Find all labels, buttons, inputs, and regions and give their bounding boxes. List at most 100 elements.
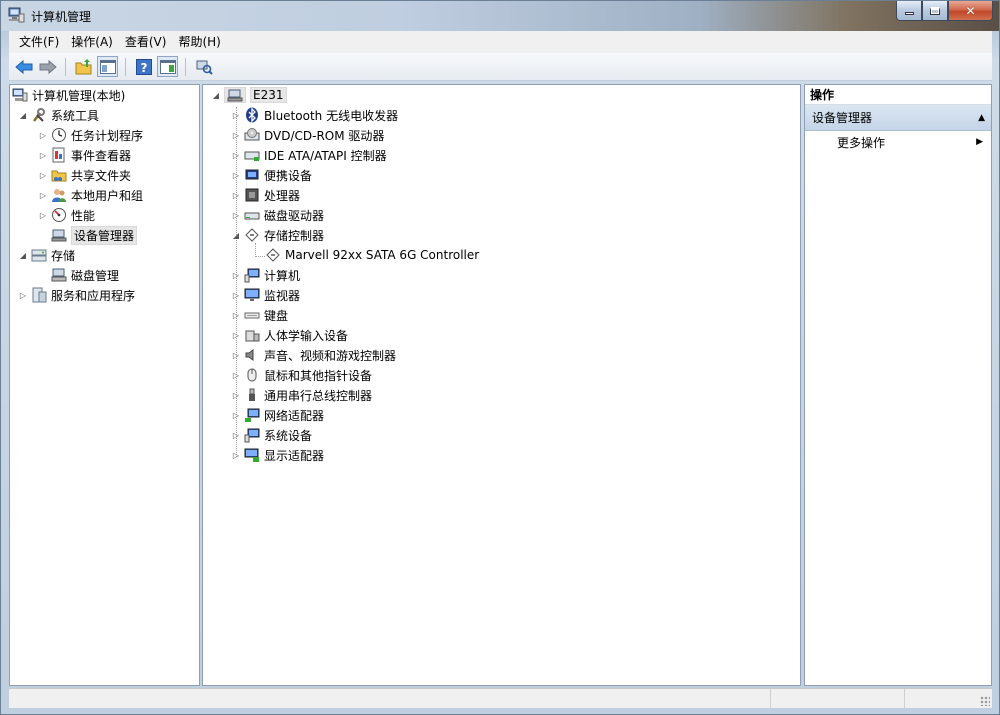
device-scan-icon [196, 60, 213, 75]
display-adapter-icon [244, 447, 260, 463]
collapse-arrow-icon[interactable]: ◢ [18, 110, 28, 120]
expand-arrow-icon[interactable]: ▷ [18, 290, 28, 300]
hid-icon [244, 327, 260, 343]
tree-item-disk-management[interactable]: 磁盘管理 [51, 265, 119, 285]
expand-arrow-icon[interactable]: ▷ [231, 310, 241, 320]
tree-label: 任务计划程序 [71, 128, 144, 143]
toolbar-separator [185, 57, 186, 76]
title-bar[interactable]: 计算机管理 ✕ [1, 1, 999, 31]
expand-arrow-icon[interactable]: ▷ [231, 450, 241, 460]
device-category-bluetooth[interactable]: ▷ Bluetooth 无线电收发器 [231, 105, 398, 125]
show-hide-action-pane-button[interactable] [157, 56, 178, 77]
collapse-arrow-icon[interactable]: ◢ [211, 90, 221, 100]
device-category-usb[interactable]: ▷ 通用串行总线控制器 [231, 385, 372, 405]
collapse-arrow-icon[interactable]: ◢ [18, 250, 28, 260]
computer-management-icon [8, 7, 25, 23]
menu-view[interactable]: 查看(V) [119, 31, 173, 53]
processor-icon [244, 187, 260, 203]
tree-item-event-viewer[interactable]: ▷ 事件查看器 [38, 145, 131, 165]
tree-item-local-users-groups[interactable]: ▷ 本地用户和组 [38, 185, 143, 205]
device-category-display-adapter[interactable]: ▷ 显示适配器 [231, 445, 324, 465]
more-actions-item[interactable]: 更多操作 ▶ [805, 131, 991, 153]
actions-section-device-manager[interactable]: 设备管理器 ▲ [805, 105, 991, 131]
expand-arrow-icon[interactable]: ▷ [231, 150, 241, 160]
tree-label: 本地用户和组 [71, 188, 144, 203]
help-button[interactable]: ? [133, 56, 154, 77]
expand-arrow-icon[interactable]: ▷ [231, 350, 241, 360]
tree-item-computer-management-local[interactable]: 计算机管理(本地) [12, 85, 125, 105]
shared-folder-icon [51, 167, 67, 183]
expand-arrow-icon[interactable]: ▷ [231, 390, 241, 400]
tree-item-device-manager[interactable]: 设备管理器 [51, 225, 138, 245]
expand-arrow-icon[interactable]: ▷ [38, 190, 48, 200]
svg-text:?: ? [140, 61, 147, 75]
computer-icon [244, 267, 260, 283]
device-tree-pane[interactable]: ◢ E231 ▷ Bluetooth 无线电收发器 ▷ DVD/CD-ROM 驱动器 ▷… [202, 84, 801, 686]
device-category-processor[interactable]: ▷ 处理器 [231, 185, 300, 205]
tree-label: 服务和应用程序 [51, 288, 136, 303]
help-icon: ? [135, 58, 152, 75]
device-item-label: Marvell 92xx SATA 6G Controller [285, 248, 480, 262]
device-category-disk-drive[interactable]: ▷ 磁盘驱动器 [231, 205, 324, 225]
device-manager-icon [51, 227, 67, 243]
expand-arrow-icon[interactable]: ▷ [231, 370, 241, 380]
menu-action[interactable]: 操作(A) [65, 31, 119, 53]
expand-arrow-icon[interactable]: ▷ [231, 190, 241, 200]
forward-button[interactable] [37, 56, 58, 77]
tree-item-storage[interactable]: ◢ 存储 [18, 245, 75, 265]
device-item-marvell-sata-controller[interactable]: Marvell 92xx SATA 6G Controller [265, 245, 479, 265]
disk-management-icon [51, 267, 67, 283]
navigation-tree-pane[interactable]: 计算机管理(本地) ◢ 系统工具 ▷ 任务计划程序 ▷ 事件查看器 ▷ 共享文件… [9, 84, 200, 686]
tree-item-system-tools[interactable]: ◢ 系统工具 [18, 105, 99, 125]
tree-item-task-scheduler[interactable]: ▷ 任务计划程序 [38, 125, 143, 145]
tree-item-computer-e231[interactable]: ◢ E231 [211, 85, 287, 105]
expand-arrow-icon[interactable]: ▷ [38, 150, 48, 160]
device-category-optical-drive[interactable]: ▷ DVD/CD-ROM 驱动器 [231, 125, 384, 145]
expand-arrow-icon[interactable]: ▷ [231, 110, 241, 120]
up-level-button[interactable] [73, 56, 94, 77]
device-category-mouse[interactable]: ▷ 鼠标和其他指针设备 [231, 365, 372, 385]
maximize-button[interactable] [922, 1, 948, 21]
resize-grip-icon[interactable] [980, 696, 990, 706]
expand-arrow-icon[interactable]: ▷ [38, 130, 48, 140]
device-category-ide-controller[interactable]: ▷ IDE ATA/ATAPI 控制器 [231, 145, 387, 165]
toolbar-separator [65, 57, 66, 76]
expand-arrow-icon[interactable]: ▷ [231, 430, 241, 440]
expand-arrow-icon[interactable]: ▷ [231, 410, 241, 420]
expand-arrow-icon[interactable]: ▷ [38, 170, 48, 180]
device-category-label: 存储控制器 [264, 228, 325, 243]
back-button[interactable] [13, 56, 34, 77]
device-category-label: 鼠标和其他指针设备 [264, 368, 373, 383]
portable-device-icon [244, 167, 260, 183]
device-category-storage-controller[interactable]: ◢ 存储控制器 [231, 225, 324, 245]
minimize-button[interactable] [896, 1, 922, 21]
tree-item-services-applications[interactable]: ▷ 服务和应用程序 [18, 285, 135, 305]
tree-item-shared-folders[interactable]: ▷ 共享文件夹 [38, 165, 131, 185]
expand-arrow-icon[interactable]: ▷ [231, 210, 241, 220]
collapse-up-icon[interactable]: ▲ [978, 113, 985, 123]
sound-icon [244, 347, 260, 363]
show-hide-tree-button[interactable] [97, 56, 118, 77]
scan-hardware-button[interactable] [193, 56, 214, 77]
menu-help[interactable]: 帮助(H) [172, 31, 226, 53]
device-category-keyboard[interactable]: ▷ 键盘 [231, 305, 288, 325]
device-category-portable-device[interactable]: ▷ 便携设备 [231, 165, 312, 185]
expand-arrow-icon[interactable]: ▷ [231, 290, 241, 300]
device-category-sound[interactable]: ▷ 声音、视频和游戏控制器 [231, 345, 396, 365]
device-category-system-device[interactable]: ▷ 系统设备 [231, 425, 312, 445]
tree-item-performance[interactable]: ▷ 性能 [38, 205, 95, 225]
expand-arrow-icon[interactable]: ▷ [38, 210, 48, 220]
close-button[interactable]: ✕ [948, 1, 993, 21]
expand-arrow-icon[interactable]: ▷ [231, 130, 241, 140]
device-category-computer[interactable]: ▷ 计算机 [231, 265, 300, 285]
expand-arrow-icon[interactable]: ▷ [231, 170, 241, 180]
device-category-network-adapter[interactable]: ▷ 网络适配器 [231, 405, 324, 425]
menu-file[interactable]: 文件(F) [13, 31, 65, 53]
expand-arrow-icon[interactable]: ▷ [231, 270, 241, 280]
tree-label-selected: 设备管理器 [71, 225, 138, 245]
device-category-hid[interactable]: ▷ 人体学输入设备 [231, 325, 348, 345]
tree-label: 性能 [71, 208, 96, 223]
device-category-monitor[interactable]: ▷ 监视器 [231, 285, 300, 305]
collapse-arrow-icon[interactable]: ◢ [231, 230, 241, 240]
expand-arrow-icon[interactable]: ▷ [231, 330, 241, 340]
